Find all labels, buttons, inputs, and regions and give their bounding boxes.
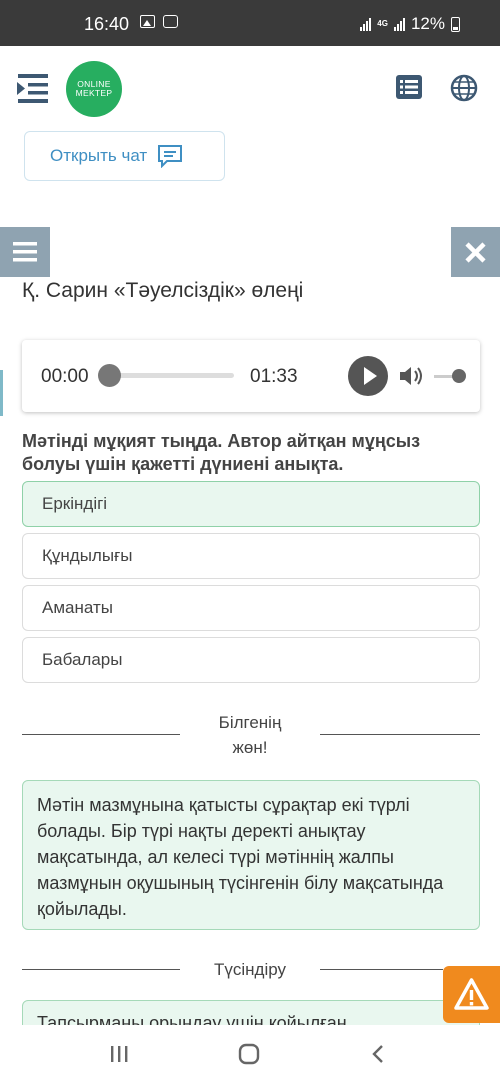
answer-option-1[interactable]: Еркіндігі (22, 481, 480, 527)
chat-icon (158, 145, 183, 168)
battery-icon (451, 16, 460, 32)
divider-right (320, 734, 480, 735)
hamburger-icon (13, 242, 37, 262)
side-menu-button[interactable] (0, 227, 50, 277)
play-icon (364, 367, 377, 385)
home-icon[interactable] (236, 1042, 262, 1066)
answer-option-3[interactable]: Аманаты (22, 585, 480, 631)
menu-toggle-icon[interactable] (14, 71, 50, 103)
divider-left (22, 734, 180, 735)
lesson-title: Қ. Сарин «Тәуелсіздік» өлеңі (22, 279, 304, 302)
back-icon[interactable] (366, 1042, 392, 1066)
divider-right-2 (320, 969, 443, 970)
warning-icon (454, 978, 489, 1010)
recent-apps-icon[interactable] (106, 1042, 132, 1066)
status-time: 16:40 (84, 14, 130, 34)
question-text: Мәтінді мұқият тыңда. Автор айтқан мұңсы… (22, 431, 421, 474)
audio-progress-track[interactable] (108, 373, 234, 378)
audio-progress-knob[interactable] (98, 364, 121, 387)
top-bar: ONLINE MEKTEP (0, 46, 500, 132)
wifi-notification-icon (163, 15, 178, 28)
know-heading: Білгенің жөн! (218, 713, 282, 757)
play-button[interactable] (348, 356, 388, 396)
battery-level: 12% (410, 14, 445, 33)
online-mektep-logo[interactable]: ONLINE MEKTEP (66, 61, 122, 117)
volume-knob[interactable] (452, 369, 466, 383)
status-bar: 16:40 4G 12% (0, 0, 500, 46)
explain-heading: Түсіндіру (213, 960, 286, 979)
image-notification-icon (140, 15, 155, 28)
answer-option-4[interactable]: Бабалары (22, 637, 480, 683)
globe-icon[interactable] (450, 74, 478, 102)
know-info-box: Мәтін мазмұнына қатысты сұрақтар екі түр… (22, 780, 480, 930)
signal-icon-2 (393, 17, 405, 31)
list-icon[interactable] (396, 75, 422, 99)
report-button[interactable] (443, 966, 500, 1023)
system-nav-bar (0, 1025, 500, 1083)
open-chat-label: Открыть чат (50, 146, 148, 165)
side-close-button[interactable] (451, 227, 500, 277)
signal-icon (360, 17, 372, 31)
close-icon (465, 242, 486, 263)
audio-current-time: 00:00 (41, 366, 89, 387)
audio-player: 00:00 01:33 (22, 340, 480, 412)
divider-left-2 (22, 969, 180, 970)
audio-duration: 01:33 (250, 366, 298, 387)
volume-icon[interactable] (398, 365, 424, 387)
side-indicator (0, 370, 3, 416)
open-chat-button[interactable]: Открыть чат (24, 131, 225, 181)
network-type: 4G (377, 19, 388, 28)
answer-option-2[interactable]: Құндылығы (22, 533, 480, 579)
